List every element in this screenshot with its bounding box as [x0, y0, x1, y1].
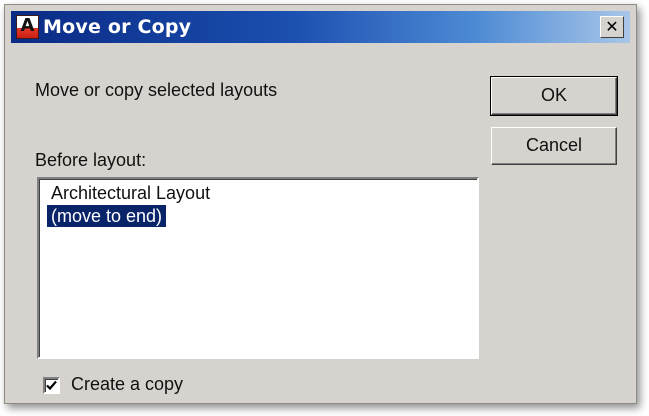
- ok-button[interactable]: OK: [490, 76, 618, 116]
- close-icon: ✕: [605, 17, 619, 36]
- checkmark-icon: [46, 380, 57, 391]
- move-or-copy-dialog: A Move or Copy ✕ Move or copy selected l…: [4, 4, 637, 404]
- dialog-prompt: Move or copy selected layouts: [35, 80, 278, 100]
- before-layout-label: Before layout:: [35, 150, 147, 170]
- create-copy-label[interactable]: Create a copy: [71, 374, 183, 395]
- autocad-icon: A: [16, 15, 39, 39]
- title-bar[interactable]: A Move or Copy ✕: [11, 11, 630, 43]
- list-item-move-to-end[interactable]: (move to end): [47, 205, 167, 227]
- create-copy-checkbox[interactable]: [43, 377, 60, 394]
- cancel-button[interactable]: Cancel: [491, 127, 617, 165]
- list-item-architectural-layout[interactable]: Architectural Layout: [47, 182, 214, 204]
- close-button[interactable]: ✕: [600, 16, 624, 38]
- window-title: Move or Copy: [43, 16, 192, 38]
- layout-listbox[interactable]: Architectural Layout (move to end): [37, 177, 479, 359]
